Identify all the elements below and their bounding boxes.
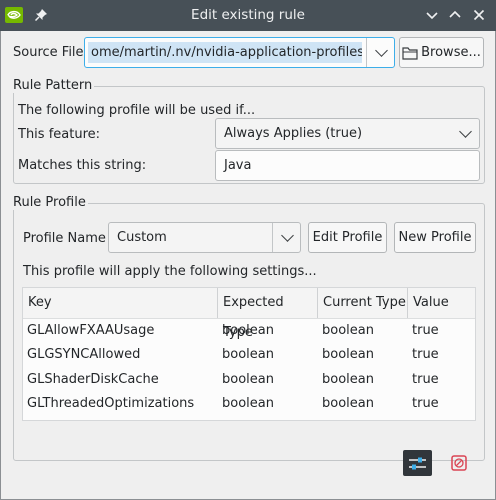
window-title: Edit existing rule <box>191 7 305 23</box>
close-icon[interactable] <box>470 6 488 24</box>
folder-icon <box>402 46 418 60</box>
cell-key: GLThreadedOptimizations <box>27 396 195 411</box>
column-header-key[interactable]: Key <box>23 288 218 318</box>
chevron-up-icon[interactable] <box>446 6 464 24</box>
browse-label: Browse... <box>421 45 481 60</box>
cell-current-type: boolean <box>322 372 374 387</box>
cell-expected-type: boolean <box>222 372 274 387</box>
cell-value: true <box>412 323 439 338</box>
table-row[interactable]: GLThreadedOptimizations boolean boolean … <box>23 392 475 416</box>
chevron-down-icon[interactable] <box>423 6 441 24</box>
profile-name-combo[interactable]: Custom <box>108 222 301 253</box>
cell-key: GLAllowFXAAUsage <box>27 323 155 338</box>
combo-divider <box>272 223 273 252</box>
chevron-down-icon[interactable] <box>375 44 388 57</box>
cancel-button[interactable] <box>449 454 469 472</box>
title-bar: Edit existing rule <box>0 0 496 31</box>
feature-value: Always Applies (true) <box>224 126 363 141</box>
cell-expected-type: boolean <box>222 347 274 362</box>
rule-profile-title: Rule Profile <box>11 195 88 210</box>
chevron-down-icon[interactable] <box>281 229 294 242</box>
cell-key: GLGSYNCAllowed <box>27 347 141 362</box>
cell-expected-type: boolean <box>222 396 274 411</box>
profile-name-label: Profile Name <box>23 231 106 246</box>
new-profile-button[interactable]: New Profile <box>394 222 476 253</box>
profile-name-value: Custom <box>117 230 167 245</box>
combo-divider <box>366 38 367 67</box>
column-header-expected-type[interactable]: Expected Type <box>218 288 318 340</box>
cell-current-type: boolean <box>322 347 374 362</box>
cancel-icon <box>451 455 467 471</box>
settings-table[interactable]: Key Expected Type Current Type Value GLA… <box>22 287 476 421</box>
match-label: Matches this string: <box>18 158 147 173</box>
pattern-description: The following profile will be used if... <box>18 103 256 118</box>
cell-value: true <box>412 396 439 411</box>
cell-value: true <box>412 347 439 362</box>
edit-profile-button[interactable]: Edit Profile <box>308 222 387 253</box>
source-file-input[interactable]: ome/martin/.nv/nvidia-application-profil… <box>88 42 362 63</box>
column-header-value[interactable]: Value <box>408 288 475 318</box>
chevron-down-icon[interactable] <box>459 125 472 138</box>
ok-button[interactable] <box>403 450 432 476</box>
browse-button[interactable]: Browse... <box>399 37 484 68</box>
source-file-combo[interactable]: ome/martin/.nv/nvidia-application-profil… <box>84 37 395 68</box>
cell-expected-type: boolean <box>222 323 274 338</box>
table-row[interactable]: GLAllowFXAAUsage boolean boolean true <box>23 319 475 343</box>
feature-combo[interactable]: Always Applies (true) <box>215 118 480 149</box>
match-value: Java <box>224 158 252 173</box>
feature-label: This feature: <box>18 127 101 142</box>
dialog-body: Source File ome/martin/.nv/nvidia-applic… <box>0 31 496 500</box>
table-row[interactable]: GLGSYNCAllowed boolean boolean true <box>23 343 475 367</box>
column-header-current-type[interactable]: Current Type <box>318 288 408 318</box>
table-row[interactable]: GLShaderDiskCache boolean boolean true <box>23 368 475 392</box>
sliders-icon <box>409 457 426 470</box>
cell-current-type: boolean <box>322 396 374 411</box>
cell-current-type: boolean <box>322 323 374 338</box>
cell-value: true <box>412 372 439 387</box>
cell-key: GLShaderDiskCache <box>27 372 159 387</box>
source-file-label: Source File <box>13 45 84 60</box>
match-input[interactable]: Java <box>215 150 480 181</box>
profile-description: This profile will apply the following se… <box>23 264 317 279</box>
rule-pattern-title: Rule Pattern <box>11 78 95 93</box>
